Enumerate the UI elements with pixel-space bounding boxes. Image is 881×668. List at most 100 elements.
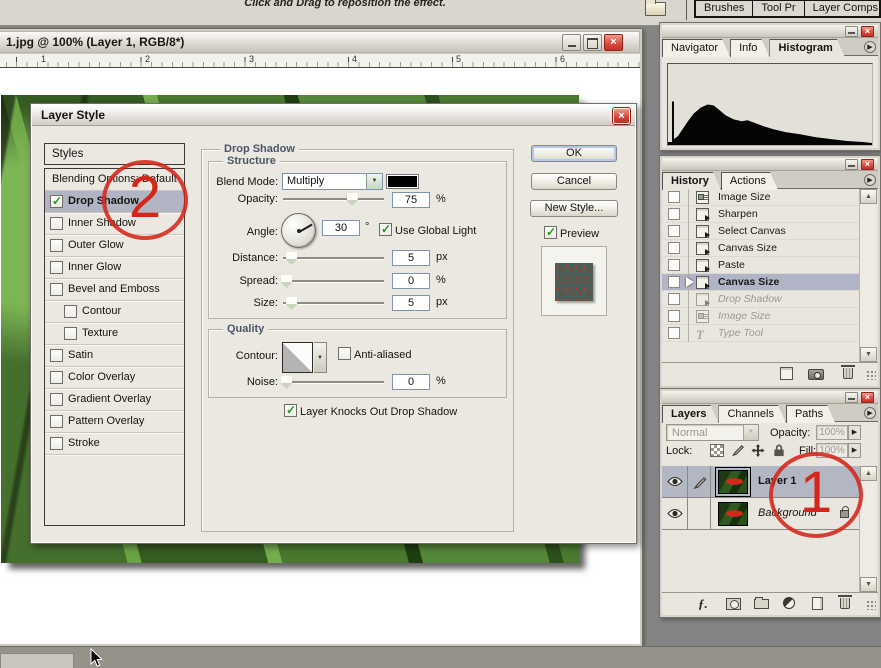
panel-tab[interactable]: Paths bbox=[786, 405, 835, 423]
history-source-checkbox[interactable] bbox=[668, 242, 680, 254]
style-list-item[interactable]: Outer Glow bbox=[45, 235, 184, 257]
scrollbar[interactable]: ▲ ▼ bbox=[859, 189, 876, 362]
panel-menu-icon[interactable]: ▶ bbox=[864, 407, 876, 419]
panel-tab[interactable]: Info bbox=[730, 39, 769, 57]
layer-thumbnail[interactable] bbox=[718, 502, 748, 526]
style-checkbox[interactable] bbox=[50, 239, 63, 252]
style-list-item[interactable]: Satin bbox=[45, 345, 184, 367]
minimize-icon[interactable] bbox=[845, 392, 858, 403]
spread-field[interactable]: 0 bbox=[392, 273, 430, 289]
new-style-button[interactable]: New Style... bbox=[530, 200, 618, 217]
opacity-field[interactable]: 75 bbox=[392, 192, 430, 208]
noise-slider[interactable] bbox=[283, 375, 384, 389]
dialog-titlebar[interactable]: Layer Style × bbox=[32, 105, 635, 126]
shadow-color-swatch[interactable] bbox=[386, 174, 419, 189]
layer-opacity-value[interactable]: 100% bbox=[816, 425, 848, 440]
spread-slider-thumb[interactable] bbox=[281, 275, 292, 288]
dialog-close-icon[interactable]: × bbox=[613, 108, 630, 124]
panel-titlebar[interactable]: × bbox=[662, 158, 878, 171]
contour-dropdown-icon[interactable]: ▼ bbox=[314, 342, 327, 373]
lock-transparency-icon[interactable] bbox=[710, 444, 724, 457]
history-step[interactable]: Drop Shadow bbox=[662, 291, 859, 308]
close-icon[interactable]: × bbox=[861, 159, 874, 170]
palette-well-tab[interactable]: Layer Comps bbox=[804, 1, 881, 16]
new-document-from-state-icon[interactable] bbox=[780, 367, 793, 380]
minimize-icon[interactable] bbox=[845, 159, 858, 170]
lock-paint-brush-icon[interactable] bbox=[731, 444, 745, 457]
history-source-checkbox[interactable] bbox=[668, 208, 680, 220]
history-step[interactable]: Image Size bbox=[662, 189, 859, 206]
layer-style-fx-icon[interactable]: ƒ. bbox=[698, 596, 708, 612]
style-checkbox[interactable] bbox=[50, 415, 63, 428]
lock-position-move-icon[interactable] bbox=[751, 444, 765, 457]
panel-titlebar[interactable]: × bbox=[662, 391, 878, 404]
blend-mode-select[interactable]: Multiply ▼ bbox=[282, 173, 383, 190]
layer-blend-mode-select[interactable]: Normal ▼ bbox=[666, 424, 759, 441]
resize-grip[interactable] bbox=[866, 600, 876, 610]
scroll-up-icon[interactable]: ▲ bbox=[860, 466, 877, 481]
close-icon[interactable]: × bbox=[861, 26, 874, 37]
style-list-item[interactable]: Contour bbox=[45, 301, 184, 323]
style-checkbox[interactable] bbox=[50, 261, 63, 274]
panel-tab[interactable]: History bbox=[662, 172, 721, 190]
minimize-icon[interactable] bbox=[562, 34, 581, 51]
trash-icon[interactable] bbox=[840, 598, 850, 609]
distance-slider[interactable] bbox=[283, 251, 384, 265]
palette-well-tab[interactable]: Tool Pr bbox=[752, 1, 803, 16]
panel-tab[interactable]: Channels bbox=[718, 405, 785, 423]
history-source-checkbox[interactable] bbox=[668, 310, 680, 322]
history-step[interactable]: Select Canvas bbox=[662, 223, 859, 240]
history-source-checkbox[interactable] bbox=[668, 293, 680, 305]
size-slider-thumb[interactable] bbox=[286, 297, 297, 310]
history-step[interactable]: Sharpen bbox=[662, 206, 859, 223]
style-list-item[interactable]: Inner Glow bbox=[45, 257, 184, 279]
fill-arrow-icon[interactable]: ▶ bbox=[848, 443, 861, 458]
new-layer-icon[interactable] bbox=[812, 597, 823, 610]
chevron-down-icon[interactable]: ▼ bbox=[366, 174, 382, 189]
spread-slider[interactable] bbox=[283, 274, 384, 288]
panel-tab[interactable]: Histogram bbox=[769, 39, 844, 57]
opacity-slider-thumb[interactable] bbox=[347, 193, 358, 206]
ok-button[interactable]: OK bbox=[531, 145, 617, 162]
noise-slider-thumb[interactable] bbox=[281, 376, 292, 389]
distance-slider-thumb[interactable] bbox=[286, 252, 297, 265]
style-list-item[interactable]: Gradient Overlay bbox=[45, 389, 184, 411]
layer-group-icon[interactable] bbox=[754, 599, 769, 609]
size-field[interactable]: 5 bbox=[392, 295, 430, 311]
history-step[interactable]: Image Size bbox=[662, 308, 859, 325]
cancel-button[interactable]: Cancel bbox=[531, 173, 617, 190]
style-checkbox[interactable] bbox=[50, 349, 63, 362]
history-step[interactable]: Paste bbox=[662, 257, 859, 274]
new-snapshot-icon[interactable] bbox=[808, 369, 824, 380]
history-source-checkbox[interactable] bbox=[668, 191, 680, 203]
adjustment-layer-icon[interactable] bbox=[783, 597, 795, 609]
style-checkbox[interactable] bbox=[50, 195, 63, 208]
panel-tab[interactable]: Layers bbox=[662, 405, 718, 423]
style-checkbox[interactable] bbox=[50, 283, 63, 296]
palette-well-tab[interactable]: Brushes bbox=[696, 1, 752, 16]
visibility-toggle[interactable] bbox=[662, 466, 688, 498]
scroll-down-icon[interactable]: ▼ bbox=[860, 577, 877, 592]
resize-grip[interactable] bbox=[866, 370, 876, 380]
lock-all-icon[interactable] bbox=[772, 444, 786, 457]
use-global-light-checkbox[interactable] bbox=[379, 223, 392, 236]
style-list-item[interactable]: Pattern Overlay bbox=[45, 411, 184, 433]
style-checkbox[interactable] bbox=[50, 437, 63, 450]
history-source-checkbox[interactable] bbox=[668, 327, 680, 339]
style-checkbox[interactable] bbox=[50, 217, 63, 230]
knockout-checkbox[interactable] bbox=[284, 404, 297, 417]
history-source-checkbox[interactable] bbox=[668, 276, 680, 288]
document-titlebar[interactable]: 1.jpg @ 100% (Layer 1, RGB/8*) × bbox=[0, 31, 640, 53]
anti-aliased-checkbox[interactable] bbox=[338, 347, 351, 360]
scroll-down-icon[interactable]: ▼ bbox=[860, 347, 877, 362]
distance-field[interactable]: 5 bbox=[392, 250, 430, 266]
style-checkbox[interactable] bbox=[64, 305, 77, 318]
maximize-icon[interactable] bbox=[583, 34, 602, 51]
preview-checkbox[interactable] bbox=[544, 226, 557, 239]
style-checkbox[interactable] bbox=[50, 393, 63, 406]
history-step[interactable]: Type Tool bbox=[662, 325, 859, 342]
minimize-icon[interactable] bbox=[845, 26, 858, 37]
style-list-item[interactable]: Texture bbox=[45, 323, 184, 345]
panel-titlebar[interactable]: × bbox=[662, 25, 878, 38]
layer-mask-icon[interactable] bbox=[726, 598, 741, 610]
